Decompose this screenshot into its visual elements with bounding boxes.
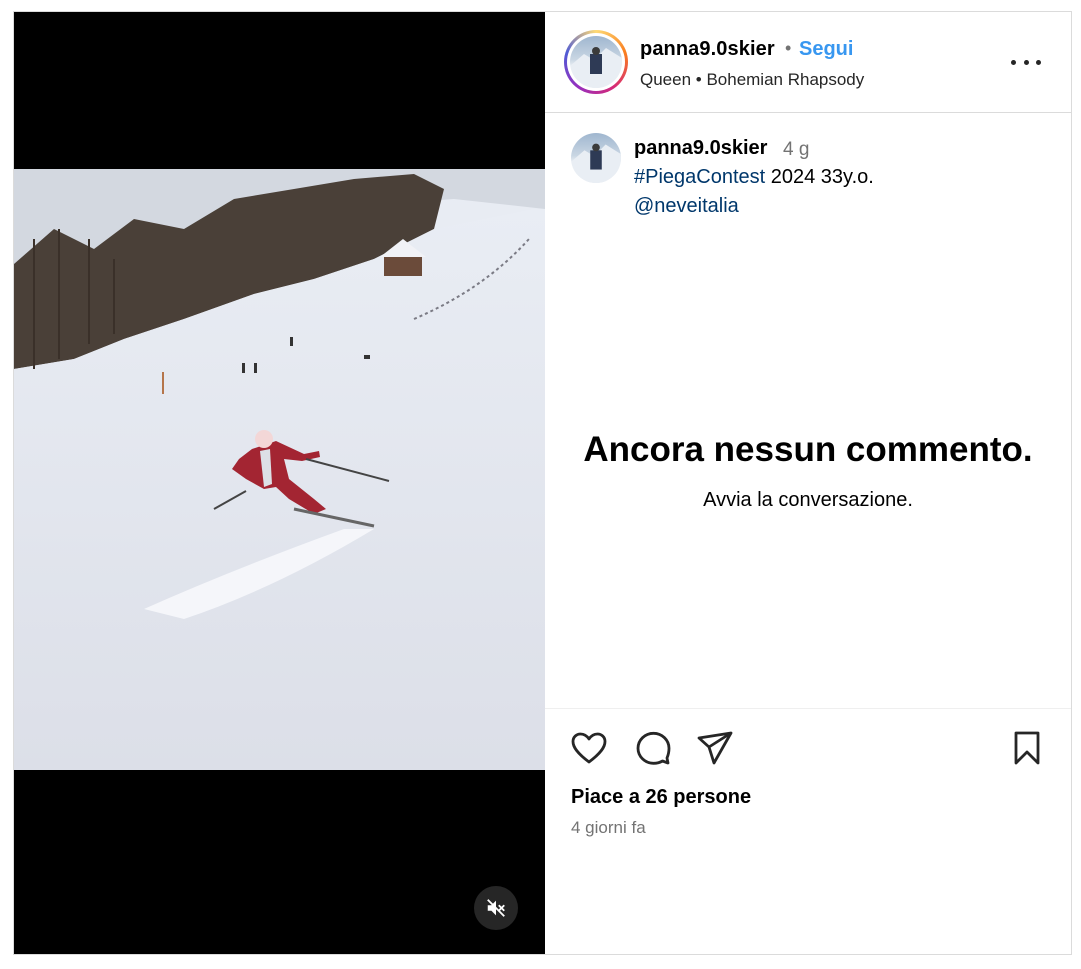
mute-button[interactable] — [474, 886, 518, 930]
actions-divider — [545, 708, 1071, 709]
more-options-icon[interactable] — [1011, 52, 1041, 72]
save-button[interactable] — [1007, 728, 1047, 768]
post-timestamp[interactable]: 4 giorni fa — [571, 818, 646, 838]
likes-count[interactable]: Piace a 26 persone — [571, 786, 751, 809]
caption-time[interactable]: 4 g — [783, 139, 809, 161]
speaker-muted-icon — [487, 899, 505, 917]
hashtag-link[interactable]: #PiegaContest — [634, 166, 765, 188]
mention-link[interactable]: @neveitalia — [634, 195, 739, 217]
no-comments-subtitle: Avvia la conversazione. — [703, 489, 913, 511]
heart-icon — [571, 732, 607, 764]
caption-username[interactable]: panna9.0skier — [634, 137, 767, 160]
story-ring-avatar[interactable] — [564, 30, 628, 94]
header-separator: • — [785, 38, 792, 58]
caption-text: #PiegaContest 2024 33y.o. — [634, 166, 874, 189]
comment-icon — [636, 731, 671, 765]
caption-avatar[interactable] — [571, 133, 621, 183]
audio-track-link[interactable]: Queen • Bohemian Rhapsody — [640, 70, 864, 90]
caption-body: 2024 33y.o. — [765, 166, 874, 188]
follow-button[interactable]: Segui — [799, 38, 853, 61]
caption-mention-line: @neveitalia — [634, 195, 739, 218]
send-icon — [697, 731, 733, 765]
post-header: panna9.0skier • Segui Queen • Bohemian R… — [545, 12, 1071, 113]
avatar — [570, 36, 622, 88]
header-username[interactable]: panna9.0skier — [640, 38, 775, 61]
ski-video-frame — [14, 169, 545, 770]
comment-button[interactable] — [633, 728, 673, 768]
post-video[interactable] — [14, 12, 545, 954]
post-modal: panna9.0skier • Segui Queen • Bohemian R… — [13, 11, 1072, 955]
share-button[interactable] — [695, 728, 735, 768]
bookmark-icon — [1014, 731, 1040, 765]
no-comments-title: Ancora nessun commento. — [583, 430, 1033, 469]
post-side-panel: panna9.0skier • Segui Queen • Bohemian R… — [545, 12, 1071, 954]
like-button[interactable] — [569, 728, 609, 768]
